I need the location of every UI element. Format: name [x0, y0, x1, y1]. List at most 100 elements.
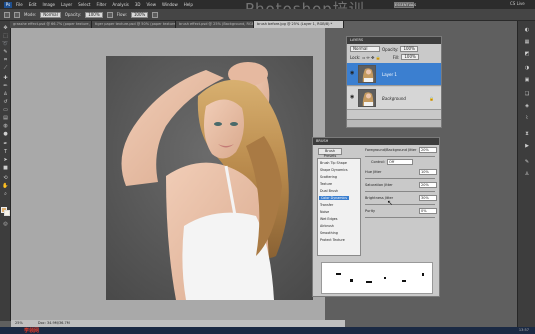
menu-3d[interactable]: 3D [135, 2, 141, 7]
menu-filter[interactable]: Filter [96, 2, 106, 7]
site-logo: 学领网 [24, 328, 40, 334]
crop-tool-icon[interactable]: ⌗ [2, 57, 9, 63]
airbrush-icon[interactable] [152, 11, 159, 18]
menu-image[interactable]: Image [42, 2, 55, 7]
type-tool-icon[interactable]: T [2, 149, 9, 155]
masks-panel-icon[interactable]: ▣ [523, 77, 531, 84]
channels-panel-icon[interactable]: ◈ [523, 103, 531, 110]
shape-tool-icon[interactable]: ■ [2, 165, 9, 171]
brush-option-item[interactable]: Scattering [320, 175, 337, 179]
color-panel-icon[interactable]: ◐ [523, 27, 531, 34]
layer-fill-label: Fill: [392, 54, 400, 60]
mode-select[interactable]: Normal [40, 11, 61, 18]
menu-edit[interactable]: Edit [29, 2, 37, 7]
clone-stamp-tool-icon[interactable]: ♙ [2, 91, 9, 97]
purity-field[interactable]: 0% [419, 208, 437, 214]
flow-field[interactable]: 100% [130, 11, 149, 18]
hue-jitter-slider[interactable] [365, 178, 435, 179]
menu-view[interactable]: View [147, 2, 157, 7]
quick-mask-icon[interactable]: ◎ [2, 221, 9, 227]
layer-row-background[interactable]: ◉ Background 🔒 [347, 87, 441, 110]
layer-opacity-field[interactable]: 100% [400, 46, 418, 52]
layer-row-layer-1[interactable]: ◉ Layer 1 [347, 63, 441, 86]
brush-panel-icon[interactable]: ✎ [523, 159, 531, 166]
adjustments-panel-icon[interactable]: ◑ [523, 65, 531, 72]
eraser-tool-icon[interactable]: ▭ [2, 107, 9, 113]
menu-select[interactable]: Select [78, 2, 90, 7]
brush-option-item[interactable]: Texture [320, 182, 332, 186]
history-brush-tool-icon[interactable]: ↺ [2, 99, 9, 105]
brush-option-item[interactable]: Noise [320, 210, 329, 214]
clone-source-panel-icon[interactable]: ♙ [523, 171, 531, 178]
zoom-level[interactable]: 25% [15, 321, 23, 325]
menu-file[interactable]: File [16, 2, 23, 7]
dodge-tool-icon[interactable]: ● [2, 131, 9, 137]
zoom-tool-icon[interactable]: ⌕ [2, 191, 9, 197]
saturation-jitter-field[interactable]: 20% [419, 182, 437, 188]
eyedropper-tool-icon[interactable]: ⟋ [2, 65, 9, 71]
path-select-tool-icon[interactable]: ➤ [2, 157, 9, 163]
brush-option-item[interactable]: Airbrush [320, 224, 334, 228]
history-panel-icon[interactable]: ⧗ [523, 131, 531, 138]
hand-tool-icon[interactable]: ✋ [2, 183, 9, 189]
fgbg-jitter-field[interactable]: 20% [419, 147, 437, 153]
brush-option-item[interactable]: Wet Edges [320, 217, 337, 221]
pen-tool-icon[interactable]: ✒ [2, 141, 9, 147]
blur-tool-icon[interactable]: ◍ [2, 123, 9, 129]
brush-option-item[interactable]: Transfer [320, 203, 333, 207]
visibility-eye-icon[interactable]: ◉ [350, 95, 355, 100]
tab-brush-effect[interactable]: brush effect.psd @ 25% (Background, RGB/… [176, 21, 254, 28]
purity-slider[interactable] [365, 217, 435, 218]
brush-presets-button[interactable]: Brush Presets [318, 148, 342, 158]
3d-rotate-tool-icon[interactable]: ⟲ [2, 175, 9, 181]
menu-help[interactable]: Help [184, 2, 193, 7]
healing-tool-icon[interactable]: ✚ [2, 75, 9, 81]
menu-analysis[interactable]: Analysis [112, 2, 128, 7]
layer-lock-label: Lock: [350, 54, 361, 60]
cs-live-button[interactable]: CS Live [510, 1, 525, 6]
menu-window[interactable]: Window [162, 2, 178, 7]
brush-option-item[interactable]: Brush Tip Shape [320, 161, 347, 165]
background-color-swatch[interactable] [4, 210, 10, 216]
lock-icons[interactable]: ▫ ✏ ✥ 🔒 [362, 55, 380, 60]
workspace-essentials-button[interactable]: ESSENTIALS [394, 2, 416, 8]
opacity-field[interactable]: 100% [85, 11, 103, 18]
visibility-eye-icon[interactable]: ◉ [350, 71, 355, 76]
saturation-jitter-slider[interactable] [365, 191, 435, 192]
brush-option-item[interactable]: Shape Dynamics [320, 168, 348, 172]
actions-panel-icon[interactable]: ▶ [523, 143, 531, 150]
quick-select-tool-icon[interactable]: ✎ [2, 49, 9, 55]
brush-option-item[interactable]: Protect Texture [320, 238, 345, 242]
lasso-tool-icon[interactable]: ➰ [2, 41, 9, 47]
hue-jitter-field[interactable]: 10% [419, 169, 437, 175]
move-tool-icon[interactable]: ✥ [2, 25, 9, 31]
gradient-tool-icon[interactable]: ▤ [2, 115, 9, 121]
pressure-opacity-icon[interactable] [106, 11, 113, 18]
brush-option-item[interactable]: Dual Brush [320, 189, 338, 193]
brush-option-item-selected[interactable]: Color Dynamics [319, 196, 349, 200]
tab-brush-before[interactable]: brush before.jpg @ 25% (Layer 1, RGB/8) … [254, 21, 344, 28]
brightness-jitter-field[interactable]: 30% [419, 195, 437, 201]
canvas-photo[interactable] [106, 56, 313, 300]
brush-option-item[interactable]: Smoothing [320, 231, 338, 235]
layer-name[interactable]: Layer 1 [382, 72, 397, 77]
layer-blend-mode-select[interactable]: Normal [350, 46, 380, 52]
fgbg-jitter-slider[interactable] [365, 156, 435, 157]
styles-panel-icon[interactable]: ◩ [523, 51, 531, 58]
menu-layer[interactable]: Layer [61, 2, 72, 7]
woman-portrait-image [106, 56, 313, 300]
tab-tiger-paper-texture[interactable]: tiger paper texture.psd @ 50% (paper tex… [92, 21, 176, 28]
brush-tool-icon[interactable]: ✏ [2, 83, 9, 89]
layers-panel-icon[interactable]: ❏ [523, 91, 531, 98]
brush-preset-picker-icon[interactable] [14, 11, 20, 18]
swatches-panel-icon[interactable]: ▦ [523, 39, 531, 46]
marquee-tool-icon[interactable]: ⬚ [2, 33, 9, 39]
layer-name[interactable]: Background [382, 96, 406, 101]
brightness-jitter-slider[interactable] [365, 204, 435, 205]
layer-fill-field[interactable]: 100% [401, 54, 419, 60]
control-select[interactable]: Off [387, 159, 413, 165]
status-bar: 25% Doc: 34.9M/36.7M [11, 320, 345, 327]
brush-tool-icon[interactable] [4, 11, 10, 18]
tab-grasshe-effect[interactable]: grasshe effect.psd @ 66.7% (paper textur… [10, 21, 92, 28]
paths-panel-icon[interactable]: ⌇ [523, 115, 531, 122]
